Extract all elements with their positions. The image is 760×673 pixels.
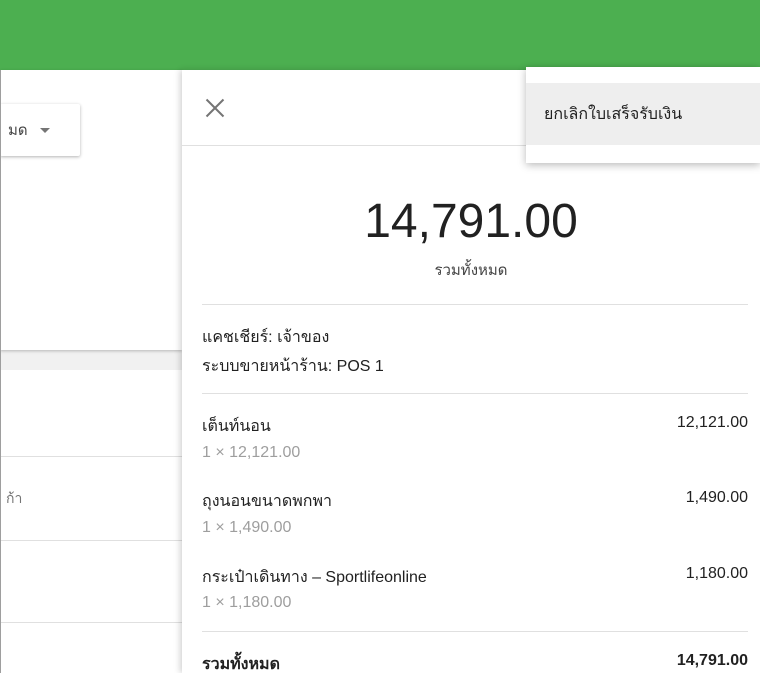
line-item-price: 12,121.00 [676,414,748,431]
close-icon[interactable] [202,96,228,122]
list-divider [0,456,182,457]
divider [202,304,748,305]
line-item-name: เต็นท์นอน [202,418,271,435]
list-divider [0,540,182,541]
cancel-receipt-label: ยกเลิกใบเสร็จรับเงิน [544,105,683,123]
cancel-receipt-menu-item[interactable]: ยกเลิกใบเสร็จรับเงิน [526,83,760,145]
line-item-qty: 1 × 1,180.00 [202,594,292,611]
line-item-name: ถุงนอนขนาดพกพา [202,493,332,510]
caret-down-icon [39,127,50,133]
more-options-menu: ยกเลิกใบเสร็จรับเงิน [526,67,760,163]
filter-dropdown-label: มด [8,122,28,139]
window-edge [0,70,1,673]
list-divider [0,622,182,623]
divider [202,631,748,632]
line-item-qty: 1 × 1,490.00 [202,519,292,536]
receipt-total-caption: รวมทั้งหมด [434,262,508,279]
filter-dropdown[interactable]: มด [0,104,80,156]
divider [202,393,748,394]
background-receipt-list [0,370,182,673]
cashier-info: แคชเชียร์: เจ้าของ [202,329,330,346]
line-item-qty: 1 × 12,121.00 [202,444,301,461]
list-item-text[interactable]: ก้า [6,488,22,510]
line-item-price: 1,180.00 [685,565,748,582]
grand-total-label: รวมทั้งหมด [202,656,280,673]
grand-total-value: 14,791.00 [676,652,748,669]
line-item-name: กระเป๋าเดินทาง – Sportlifeonline [202,569,427,586]
pos-info: ระบบขายหน้าร้าน: POS 1 [202,358,384,375]
receipt-total-amount: 14,791.00 [364,195,578,248]
top-app-bar [0,0,760,70]
line-item-price: 1,490.00 [685,489,748,506]
